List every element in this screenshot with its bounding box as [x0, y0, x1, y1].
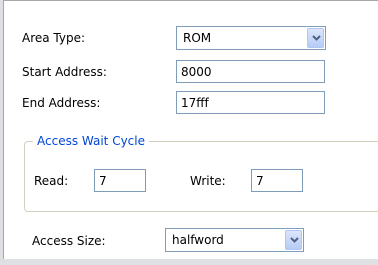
area-type-select[interactable]: ROM — [176, 26, 326, 50]
start-address-field[interactable] — [176, 60, 325, 83]
write-field[interactable] — [251, 169, 303, 192]
read-label: Read: — [34, 174, 69, 188]
area-type-dropdown-button[interactable] — [307, 28, 324, 48]
chevron-down-icon — [290, 237, 299, 243]
end-address-input[interactable] — [177, 92, 324, 113]
access-size-dropdown-button[interactable] — [285, 230, 302, 250]
end-address-field[interactable] — [176, 91, 325, 114]
read-input[interactable] — [95, 170, 145, 191]
end-address-label: End Address: — [22, 96, 101, 110]
access-wait-cycle-title: Access Wait Cycle — [33, 134, 149, 148]
area-type-value: ROM — [183, 31, 212, 45]
access-size-label: Access Size: — [32, 234, 106, 248]
read-field[interactable] — [94, 169, 146, 192]
start-address-input[interactable] — [177, 61, 324, 82]
access-size-select[interactable]: halfword — [165, 228, 304, 252]
write-label: Write: — [190, 174, 226, 188]
start-address-label: Start Address: — [22, 65, 107, 79]
write-input[interactable] — [252, 170, 302, 191]
chevron-down-icon — [312, 35, 321, 41]
access-size-value: halfword — [172, 233, 224, 247]
area-type-label: Area Type: — [22, 31, 86, 45]
